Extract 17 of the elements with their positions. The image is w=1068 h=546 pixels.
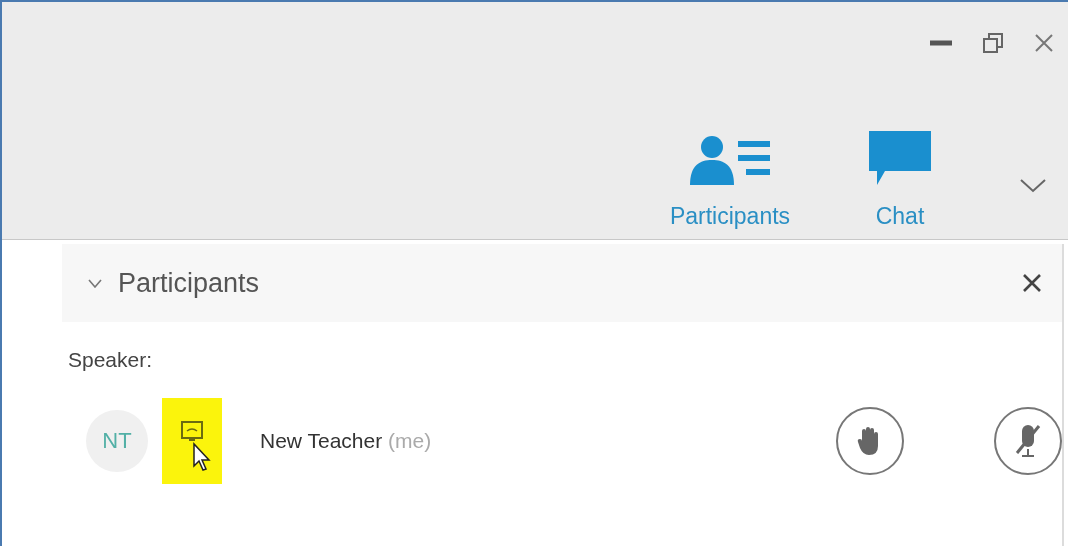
toolbar-tab[interactable]: Chat — [860, 130, 940, 233]
chevron-down-icon[interactable] — [1020, 179, 1046, 193]
microphone-button[interactable] — [994, 406, 1062, 475]
toolbar-tab[interactable]: Participants — [650, 132, 810, 233]
close-icon[interactable] — [1034, 33, 1054, 53]
minimize-icon[interactable] — [930, 40, 952, 46]
restore-icon[interactable] — [982, 32, 1004, 54]
speech-bubble-icon — [869, 130, 931, 185]
participant-name: New Teacher (me) — [260, 427, 432, 454]
raise-hand-button[interactable] — [836, 406, 904, 475]
panel-title: Participants — [118, 266, 260, 300]
device-status-icon[interactable] — [162, 397, 222, 484]
close-icon[interactable] — [1022, 273, 1042, 293]
section-label: Speaker: — [68, 347, 153, 373]
muted-microphone-icon — [1013, 422, 1043, 459]
avatar: NT — [86, 409, 148, 472]
chevron-down-icon[interactable] — [88, 278, 102, 288]
